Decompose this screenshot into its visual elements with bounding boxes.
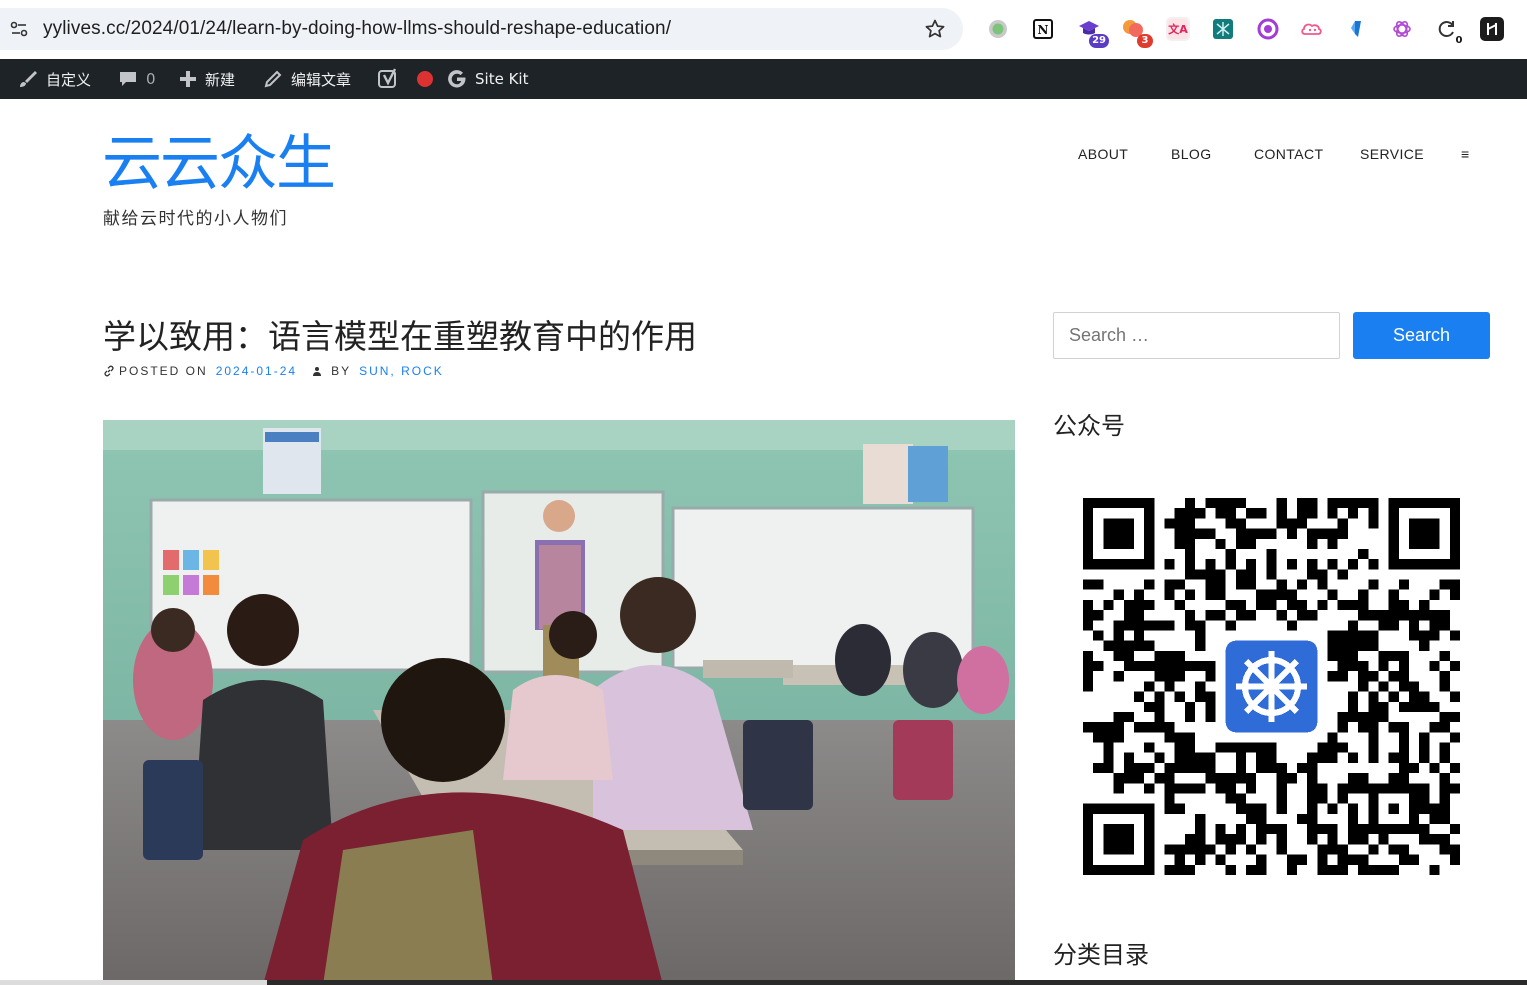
address-bar[interactable]: yylives.cc/2024/01/24/learn-by-doing-how… [0, 8, 963, 50]
network-extension-icon[interactable] [1211, 17, 1235, 41]
search-input[interactable] [1053, 312, 1340, 359]
site-description: 献给云时代的小人物们 [103, 209, 288, 229]
post-date-link[interactable]: 2024-01-24 [216, 364, 297, 378]
dark-square-extension-icon[interactable] [1480, 17, 1504, 41]
browser-toolbar: yylives.cc/2024/01/24/learn-by-doing-how… [0, 0, 1527, 59]
edit-post-label: 编辑文章 [291, 70, 352, 89]
comments-menu-item[interactable]: 0 [117, 59, 156, 99]
paintbrush-icon [20, 71, 37, 87]
comment-icon [120, 72, 136, 86]
extension-badge: 0 [1451, 34, 1467, 48]
plus-icon [180, 71, 196, 87]
wp-admin-bar: 自定义 0 新建 编辑文章 Site Kit [0, 59, 1527, 99]
bookmark-star-icon[interactable] [923, 17, 947, 41]
record-extension-icon[interactable] [986, 17, 1010, 41]
chat-bubbles-extension-icon[interactable]: 3 [1121, 17, 1153, 48]
nav-item-service[interactable]: SERVICE [1360, 146, 1424, 162]
new-label: 新建 [205, 70, 236, 89]
helm-wheel-icon [1235, 650, 1308, 723]
wechat-widget-title: 公众号 [1053, 412, 1125, 440]
post-title: 学以致用：语言模型在重塑教育中的作用 [103, 317, 697, 356]
search-button[interactable]: Search [1353, 312, 1490, 359]
horizontal-scrollbar-thumb[interactable] [0, 980, 267, 985]
site-kit-label: Site Kit [475, 70, 529, 88]
categories-widget-title: 分类目录 [1053, 941, 1149, 969]
site-title[interactable]: 云云众生 [102, 129, 336, 199]
edit-post-menu-item[interactable]: 编辑文章 [262, 59, 351, 99]
graduation-cap-extension-icon[interactable]: 29 [1077, 17, 1109, 48]
featured-image [103, 420, 1015, 985]
post-meta: POSTED ON 2024-01-24 BY SUN, ROCK [103, 364, 444, 378]
site-kit-menu-item[interactable]: Site Kit [446, 59, 528, 99]
openai-extension-icon[interactable] [1390, 17, 1414, 41]
by-label: BY [331, 364, 352, 378]
yoast-seo-menu-item[interactable] [377, 59, 434, 99]
svg-text:N: N [1038, 23, 1049, 37]
circle-logo-extension-icon[interactable] [1256, 17, 1280, 41]
nav-item-about[interactable]: ABOUT [1078, 146, 1128, 162]
extension-badge: 3 [1137, 34, 1153, 48]
google-g-icon [448, 70, 466, 88]
url-text[interactable]: yylives.cc/2024/01/24/learn-by-doing-how… [43, 18, 671, 40]
translate-extension-icon[interactable]: 文A [1166, 17, 1190, 41]
pencil-icon [264, 70, 282, 88]
extension-badge: 29 [1089, 34, 1109, 48]
yoast-icon [378, 68, 397, 88]
author-icon [313, 367, 322, 376]
customize-label: 自定义 [46, 70, 92, 89]
customize-menu-item[interactable]: 自定义 [17, 59, 91, 99]
wechat-qr-code [1083, 498, 1460, 875]
nav-item-contact[interactable]: CONTACT [1254, 146, 1323, 162]
refresh-counter-extension-icon[interactable]: 0 [1435, 17, 1467, 48]
notion-extension-icon[interactable]: N [1031, 17, 1055, 41]
site-info-icon[interactable] [10, 20, 28, 38]
bookmark-extension-icon[interactable] [1345, 17, 1369, 41]
nav-item-blog[interactable]: BLOG [1171, 146, 1212, 162]
posted-on-label: POSTED ON [119, 364, 208, 378]
svg-text:文A: 文A [1168, 22, 1188, 36]
cloud-face-extension-icon[interactable] [1300, 17, 1324, 41]
link-icon [104, 365, 114, 377]
comments-count: 0 [146, 70, 156, 88]
seo-status-dot-icon [417, 71, 433, 87]
new-content-menu-item[interactable]: 新建 [178, 59, 235, 99]
menu-toggle-icon[interactable]: ≡ [1461, 146, 1470, 162]
post-author-link[interactable]: SUN, ROCK [359, 364, 444, 378]
